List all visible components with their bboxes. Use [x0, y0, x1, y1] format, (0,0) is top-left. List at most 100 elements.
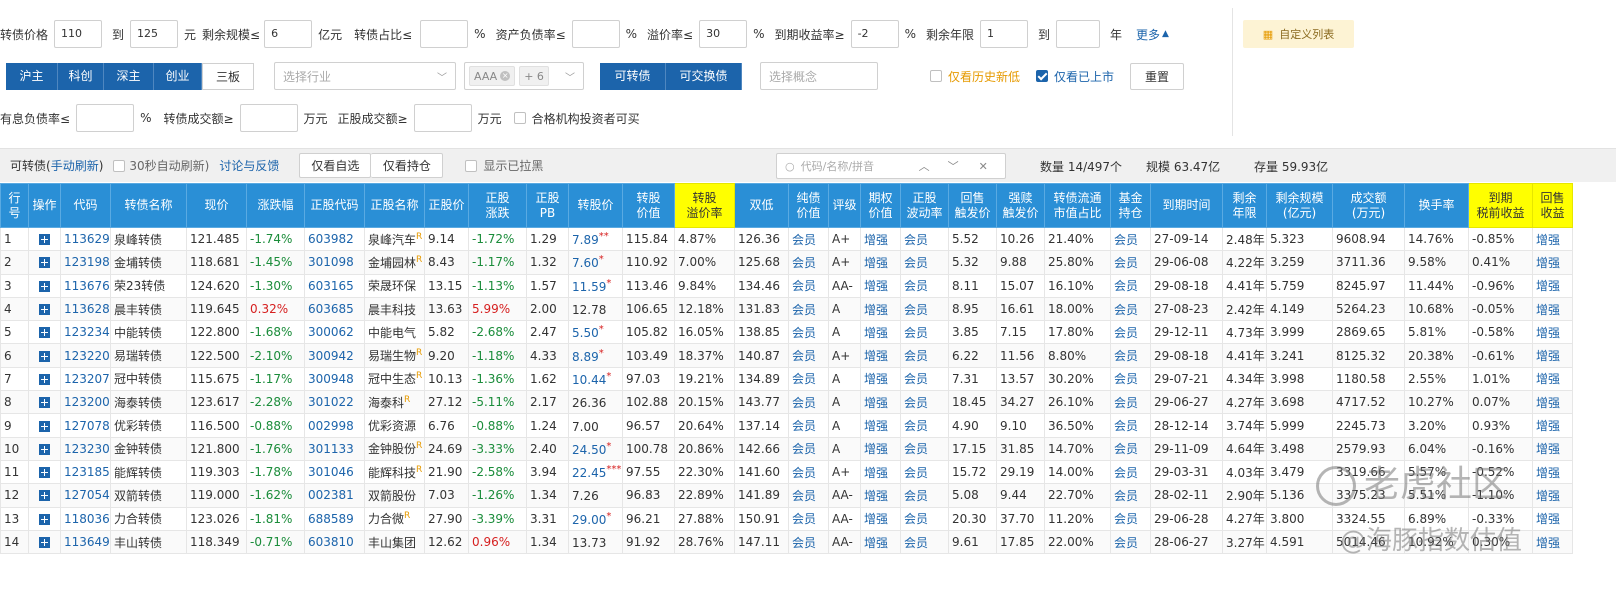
years-from-input[interactable]: 1: [980, 20, 1028, 48]
fund-holding-link[interactable]: 会员: [1110, 529, 1151, 555]
column-header[interactable]: 行号: [0, 183, 29, 228]
fund-holding-link[interactable]: 会员: [1110, 296, 1151, 322]
option-value-link[interactable]: 增强: [860, 366, 901, 392]
close-icon[interactable]: ×: [500, 71, 511, 81]
table-row[interactable]: 1 113629 泉峰转债 121.485 -1.74% 603982 泉峰汽车R 9.14-…: [0, 226, 1573, 252]
put-return-link[interactable]: 增强: [1532, 506, 1573, 531]
bond-value-link[interactable]: 会员: [788, 273, 829, 298]
table-row[interactable]: 14 113649 丰山转债 118.349 -0.71% 603810 丰山集团 12.62…: [0, 529, 1573, 555]
column-header[interactable]: 转股 溢价率: [674, 183, 735, 228]
bond-code[interactable]: 113676: [60, 273, 111, 298]
column-header[interactable]: 涨跌幅: [246, 183, 305, 228]
stock-volume-input[interactable]: [413, 104, 472, 132]
exchange-neeq[interactable]: 三板: [202, 62, 254, 90]
column-header[interactable]: 强赎 触发价: [996, 183, 1045, 228]
interest-debt-input[interactable]: [76, 104, 135, 132]
put-return-link[interactable]: 增强: [1532, 366, 1573, 392]
column-header[interactable]: 转股 价值: [622, 183, 675, 228]
column-header[interactable]: 成交额 (万元): [1332, 183, 1405, 228]
put-return-link[interactable]: 增强: [1532, 320, 1573, 345]
column-header[interactable]: 正股 PB: [526, 183, 569, 228]
column-header[interactable]: 正股名称: [364, 183, 425, 228]
concept-select[interactable]: 选择概念: [760, 62, 878, 90]
fund-holding-link[interactable]: 会员: [1110, 366, 1151, 392]
bond-value-link[interactable]: 会员: [788, 436, 829, 461]
put-return-link[interactable]: 增强: [1532, 529, 1573, 555]
column-header[interactable]: 转债流通 市值占比: [1044, 183, 1111, 228]
plus-icon[interactable]: [39, 513, 50, 525]
bond-value-link[interactable]: 会员: [788, 529, 829, 555]
tab-exchangeable[interactable]: 可交换债: [666, 62, 742, 90]
tab-convertible[interactable]: 可转债: [600, 62, 666, 90]
bond-code[interactable]: 123220: [60, 343, 111, 368]
plus-icon[interactable]: [39, 420, 50, 432]
bond-code[interactable]: 113628: [60, 296, 111, 322]
stock-code[interactable]: 603982: [304, 226, 365, 252]
stock-code[interactable]: 301098: [304, 250, 365, 275]
stock-code[interactable]: 301133: [304, 436, 365, 461]
option-value-link[interactable]: 增强: [860, 343, 901, 368]
stock-code[interactable]: 603810: [304, 529, 365, 555]
manual-refresh-link[interactable]: 手动刷新: [51, 157, 99, 174]
plus-icon[interactable]: [39, 280, 50, 292]
put-return-link[interactable]: 增强: [1532, 273, 1573, 298]
table-row[interactable]: 13 118036 力合转债 123.026 -1.81% 688589 力合微R 27.90…: [0, 506, 1573, 531]
column-header[interactable]: 期权 价值: [860, 183, 901, 228]
table-row[interactable]: 7 123207 冠中转债 115.675 -1.17% 300948 冠中生态R 10.13…: [0, 366, 1573, 392]
exchange-sh-main[interactable]: 沪主: [6, 62, 58, 90]
column-header[interactable]: 回售 收益: [1532, 183, 1573, 228]
table-row[interactable]: 9 127078 优彩转债 116.500 -0.88% 002998 优彩资源 6.76 -0…: [0, 413, 1573, 438]
put-return-link[interactable]: 增强: [1532, 343, 1573, 368]
volatility-link[interactable]: 会员: [900, 529, 949, 555]
industry-select[interactable]: 选择行业 ﹀: [274, 62, 456, 90]
stock-code[interactable]: 002381: [304, 483, 365, 508]
add-button[interactable]: [28, 296, 61, 322]
bond-code[interactable]: 113649: [60, 529, 111, 555]
stock-code[interactable]: 300062: [304, 320, 365, 345]
plus-icon[interactable]: [39, 443, 50, 455]
add-button[interactable]: [28, 390, 61, 415]
bond-code[interactable]: 123198: [60, 250, 111, 275]
bond-value-link[interactable]: 会员: [788, 459, 829, 485]
option-value-link[interactable]: 增强: [860, 436, 901, 461]
volatility-link[interactable]: 会员: [900, 390, 949, 415]
bond-value-link[interactable]: 会员: [788, 390, 829, 415]
bond-code[interactable]: 127054: [60, 483, 111, 508]
fund-holding-link[interactable]: 会员: [1110, 343, 1151, 368]
stock-code[interactable]: 603165: [304, 273, 365, 298]
option-value-link[interactable]: 增强: [860, 296, 901, 322]
custom-list-button[interactable]: ▦ 自定义列表: [1243, 20, 1354, 48]
option-value-link[interactable]: 增强: [860, 459, 901, 485]
option-value-link[interactable]: 增强: [860, 529, 901, 555]
column-header[interactable]: 纯债 价值: [788, 183, 829, 228]
fund-holding-link[interactable]: 会员: [1110, 436, 1151, 461]
stock-code[interactable]: 603685: [304, 296, 365, 322]
plus-icon[interactable]: [39, 257, 50, 269]
premium-input[interactable]: 30: [699, 20, 748, 48]
plus-icon[interactable]: [39, 467, 50, 479]
table-row[interactable]: 12 127054 双箭转债 119.000 -1.62% 002381 双箭股份 7.03-…: [0, 483, 1573, 508]
volatility-link[interactable]: 会员: [900, 343, 949, 368]
exchange-gem[interactable]: 创业: [154, 62, 202, 90]
stock-code[interactable]: 300942: [304, 343, 365, 368]
bond-code[interactable]: 118036: [60, 506, 111, 531]
plus-icon[interactable]: [39, 490, 50, 502]
bond-value-link[interactable]: 会员: [788, 343, 829, 368]
bond-value-link[interactable]: 会员: [788, 296, 829, 322]
option-value-link[interactable]: 增强: [860, 320, 901, 345]
option-value-link[interactable]: 增强: [860, 226, 901, 252]
put-return-link[interactable]: 增强: [1532, 296, 1573, 322]
option-value-link[interactable]: 增强: [860, 483, 901, 508]
column-header[interactable]: 代码: [60, 183, 111, 228]
column-header[interactable]: 剩余 年限: [1222, 183, 1267, 228]
put-return-link[interactable]: 增强: [1532, 436, 1573, 461]
ytm-input[interactable]: -2: [850, 20, 899, 48]
add-button[interactable]: [28, 273, 61, 298]
column-header[interactable]: 转债名称: [110, 183, 187, 228]
holdings-button[interactable]: 仅看持仓: [371, 153, 444, 178]
option-value-link[interactable]: 增强: [860, 390, 901, 415]
bond-code[interactable]: 123234: [60, 320, 111, 345]
add-button[interactable]: [28, 506, 61, 531]
option-value-link[interactable]: 增强: [860, 273, 901, 298]
years-to-input[interactable]: [1056, 20, 1101, 48]
